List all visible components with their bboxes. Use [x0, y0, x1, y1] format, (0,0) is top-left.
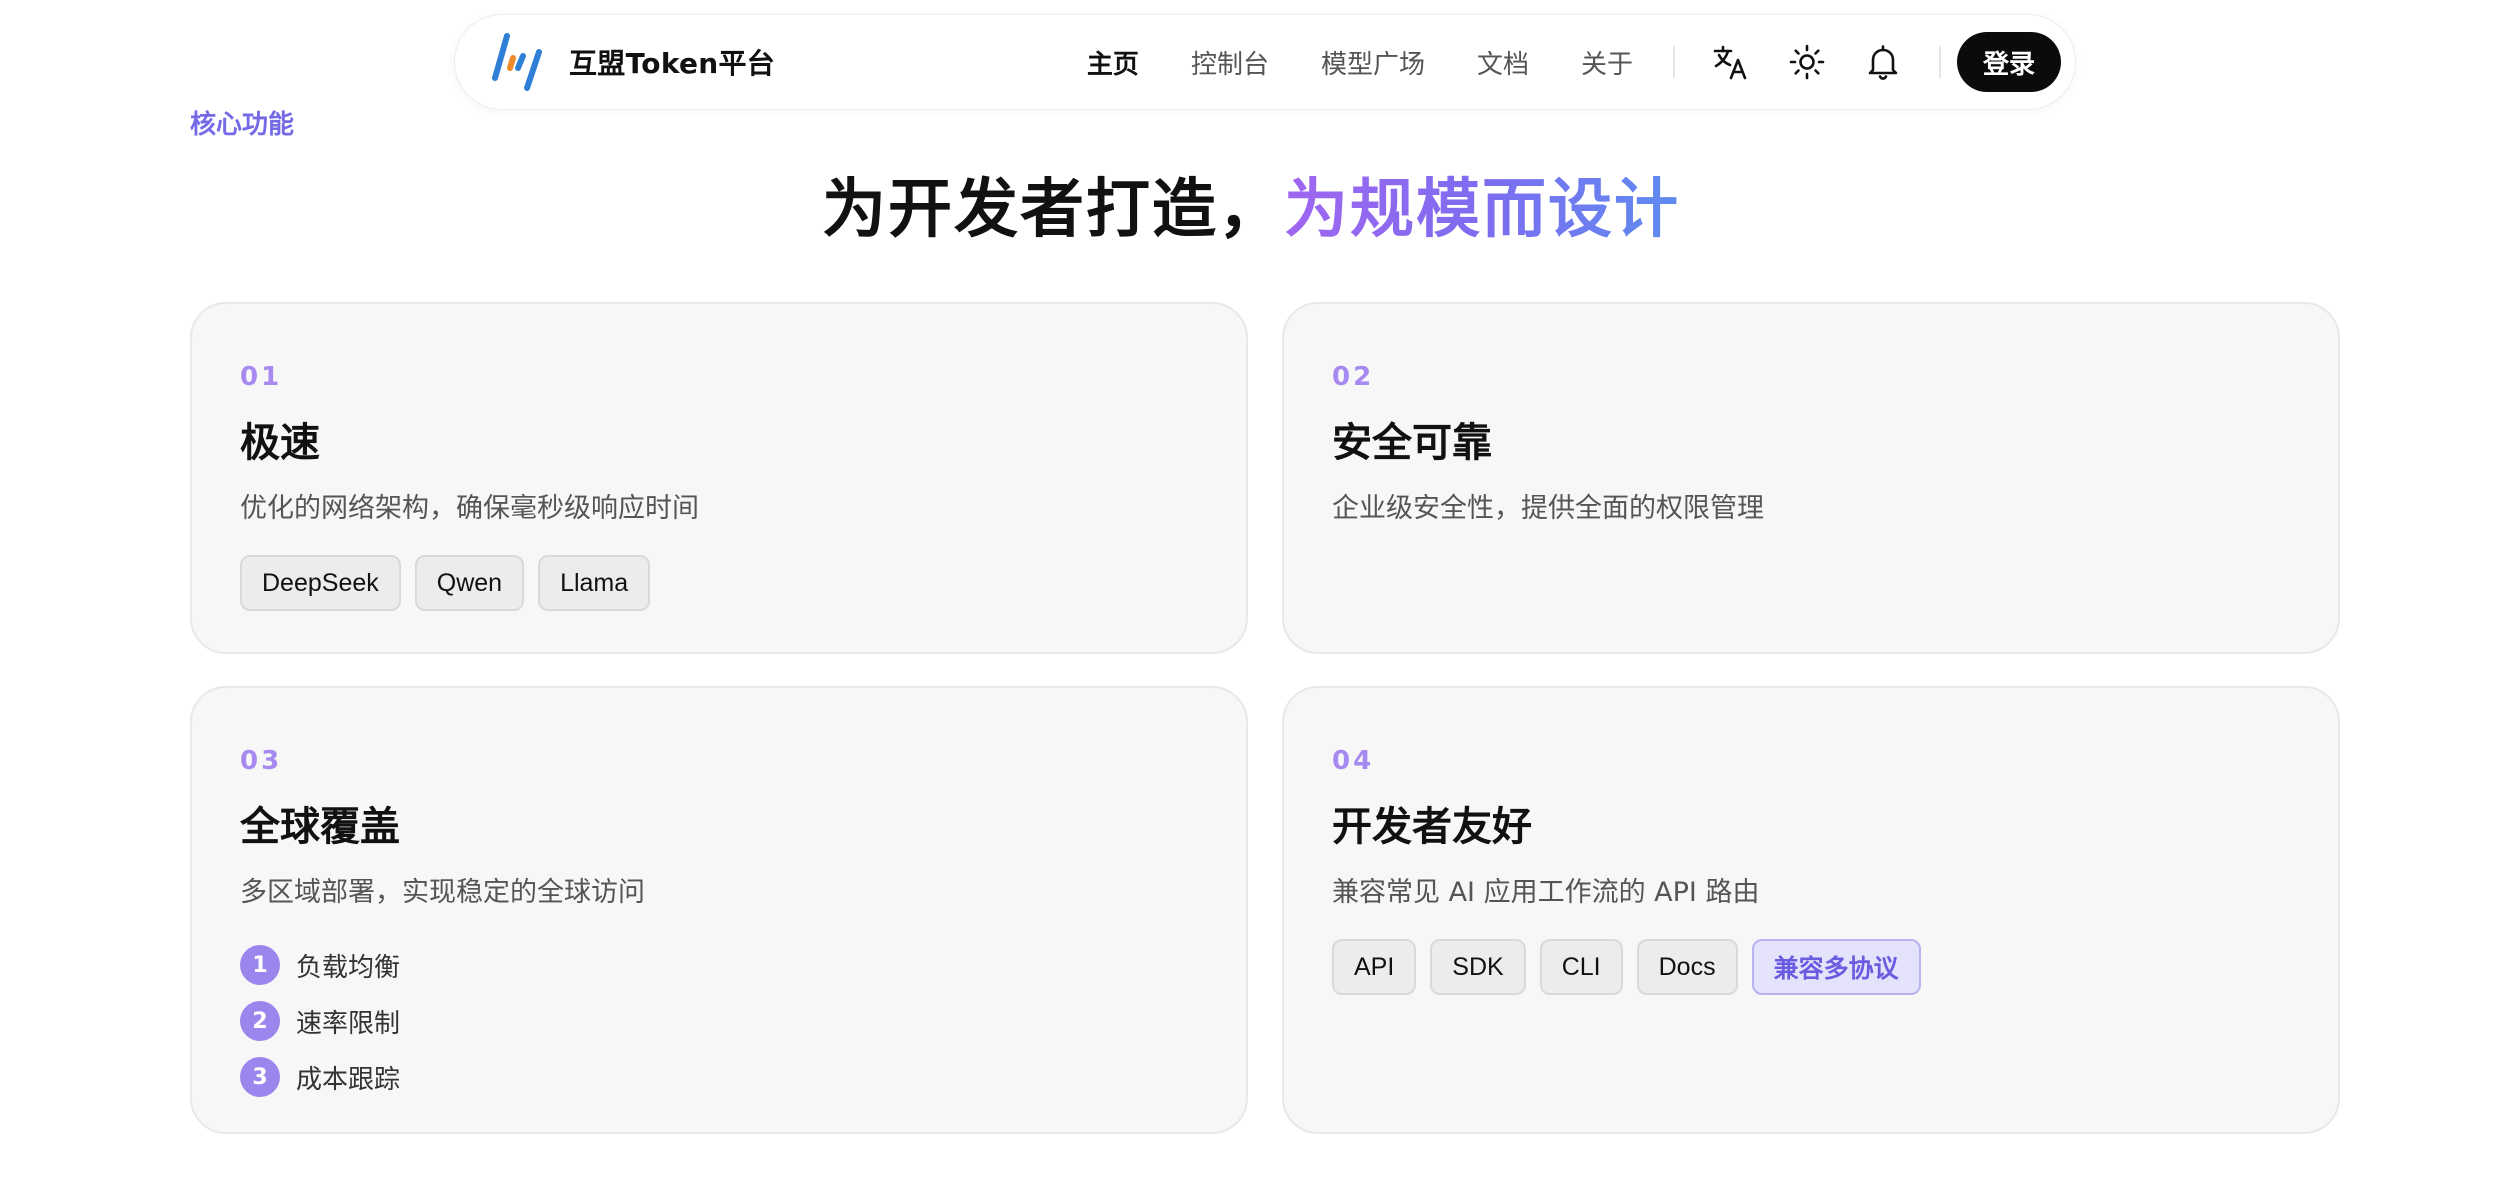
card-description: 多区域部署，实现稳定的全球访问	[240, 877, 645, 908]
bell-icon	[1868, 45, 1898, 80]
translate-button[interactable]	[1711, 42, 1751, 82]
theme-toggle-button[interactable]	[1787, 42, 1827, 82]
brand-name: 互盟Token平台	[569, 47, 776, 80]
top-nav: 互盟Token平台 主页 控制台 模型广场 文档 关于 登录	[454, 14, 2076, 110]
list-item: 2 速率限制	[240, 1001, 1198, 1041]
feature-step-list: 1 负载均衡 2 速率限制 3 成本跟踪	[240, 945, 1198, 1097]
step-number-badge: 3	[240, 1057, 280, 1097]
tool-chip: API	[1332, 939, 1417, 995]
card-title: 开发者友好	[1332, 804, 1532, 850]
list-item: 3 成本跟踪	[240, 1057, 1198, 1097]
tool-chip: SDK	[1430, 939, 1526, 995]
notifications-button[interactable]	[1863, 42, 1903, 82]
section-tag: 核心功能	[190, 110, 295, 140]
login-button[interactable]: 登录	[1957, 32, 2061, 92]
card-description: 企业级安全性，提供全面的权限管理	[1332, 493, 1764, 524]
nav-links: 主页 控制台 模型广场 文档 关于	[1087, 44, 1633, 81]
card-description: 兼容常见 AI 应用工作流的 API 路由	[1332, 877, 1760, 908]
feature-card-security: 02 安全可靠 企业级安全性，提供全面的权限管理	[1282, 302, 2340, 654]
card-number: 04	[1332, 746, 1375, 776]
feature-card-global: 03 全球覆盖 多区域部署，实现稳定的全球访问 1 负载均衡 2 速率限制 3 …	[190, 686, 1248, 1134]
card-number: 01	[240, 362, 283, 392]
step-label: 负载均衡	[296, 952, 401, 983]
step-label: 速率限制	[296, 1008, 401, 1039]
brand-logo-icon	[492, 33, 542, 91]
headline-plain: 为开发者打造，	[822, 173, 1284, 247]
page: 互盟Token平台 主页 控制台 模型广场 文档 关于 登录 核心功能 为开发者…	[0, 0, 2502, 1204]
nav-icons	[1711, 42, 1903, 82]
tool-chip: CLI	[1539, 939, 1623, 995]
sun-icon	[1789, 44, 1825, 80]
card-description: 优化的网络架构，确保毫秒级响应时间	[240, 493, 699, 524]
nav-link-console[interactable]: 控制台	[1191, 44, 1269, 81]
card-title: 极速	[240, 420, 320, 466]
model-chip: Llama	[538, 555, 651, 611]
card-number: 03	[240, 746, 283, 776]
step-label: 成本跟踪	[296, 1064, 401, 1095]
nav-link-about[interactable]: 关于	[1581, 44, 1633, 81]
list-item: 1 负载均衡	[240, 945, 1198, 985]
nav-link-home[interactable]: 主页	[1087, 44, 1139, 81]
step-number-badge: 2	[240, 1001, 280, 1041]
model-chip: DeepSeek	[240, 555, 401, 611]
protocol-chip: 兼容多协议	[1751, 939, 1921, 995]
card-title: 安全可靠	[1332, 420, 1492, 466]
model-chip: Qwen	[414, 555, 525, 611]
card-title: 全球覆盖	[240, 804, 400, 850]
page-headline: 为开发者打造，为规模而设计	[0, 158, 2502, 250]
feature-card-speed: 01 极速 优化的网络架构，确保毫秒级响应时间 DeepSeek Qwen Ll…	[190, 302, 1248, 654]
brand[interactable]: 互盟Token平台	[491, 32, 775, 92]
nav-link-docs[interactable]: 文档	[1477, 44, 1529, 81]
nav-divider	[1939, 46, 1941, 78]
card-number: 02	[1332, 362, 1375, 392]
feature-card-developer: 04 开发者友好 兼容常见 AI 应用工作流的 API 路由 API SDK C…	[1282, 686, 2340, 1134]
model-chip-list: DeepSeek Qwen Llama	[240, 555, 1198, 611]
step-number-badge: 1	[240, 945, 280, 985]
tool-chip-list: API SDK CLI Docs 兼容多协议	[1332, 939, 2290, 995]
translate-icon	[1713, 45, 1747, 80]
nav-divider	[1673, 46, 1675, 78]
headline-accent: 为规模而设计	[1284, 173, 1680, 247]
nav-link-model-plaza[interactable]: 模型广场	[1321, 44, 1425, 81]
tool-chip: Docs	[1636, 939, 1738, 995]
